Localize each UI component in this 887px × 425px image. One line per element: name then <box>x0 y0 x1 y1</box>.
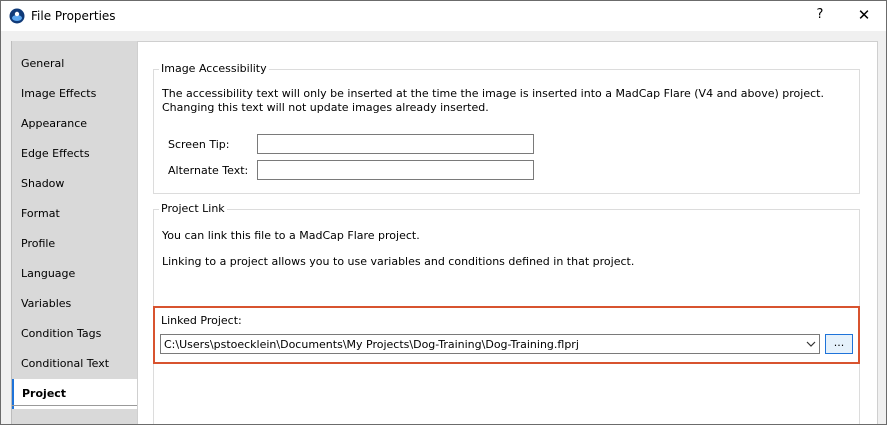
sidebar-item-variables[interactable]: Variables <box>12 289 138 319</box>
sidebar-item-general[interactable]: General <box>12 49 138 79</box>
image-accessibility-group: Image Accessibility The accessibility te… <box>153 62 860 194</box>
sidebar-item-condition-tags[interactable]: Condition Tags <box>12 319 138 349</box>
file-properties-window: File Properties ? ✕ General Image Effect… <box>0 0 887 425</box>
close-button[interactable]: ✕ <box>852 6 876 26</box>
sidebar-item-appearance[interactable]: Appearance <box>12 109 138 139</box>
alternate-text-input[interactable] <box>257 160 534 180</box>
sidebar-item-language[interactable]: Language <box>12 259 138 289</box>
sidebar-item-shadow[interactable]: Shadow <box>12 169 138 199</box>
image-accessibility-title: Image Accessibility <box>159 62 269 75</box>
sidebar-divider <box>12 405 138 406</box>
browse-button[interactable]: ... <box>825 334 853 354</box>
sidebar-item-profile[interactable]: Profile <box>12 229 138 259</box>
project-link-info: You can link this file to a MadCap Flare… <box>162 229 420 242</box>
project-link-explanation: Linking to a project allows you to use v… <box>162 255 635 268</box>
sidebar-item-format[interactable]: Format <box>12 199 138 229</box>
linked-project-value: C:\Users\pstoecklein\Documents\My Projec… <box>164 338 579 351</box>
linked-project-dropdown[interactable]: C:\Users\pstoecklein\Documents\My Projec… <box>160 334 820 354</box>
sidebar-item-conditional-text[interactable]: Conditional Text <box>12 349 138 379</box>
linked-project-label: Linked Project: <box>161 314 242 327</box>
window-title: File Properties <box>31 9 116 23</box>
title-bar: File Properties ? ✕ <box>1 1 886 31</box>
sidebar-item-image-effects[interactable]: Image Effects <box>12 79 138 109</box>
alternate-text-label: Alternate Text: <box>168 164 249 177</box>
sidebar-item-edge-effects[interactable]: Edge Effects <box>12 139 138 169</box>
accessibility-description: The accessibility text will only be inse… <box>162 87 824 114</box>
screen-tip-input[interactable] <box>257 134 534 154</box>
linked-project-highlight: Linked Project: C:\Users\pstoecklein\Doc… <box>153 306 860 364</box>
project-link-title: Project Link <box>159 202 227 215</box>
screen-tip-label: Screen Tip: <box>168 138 230 151</box>
content-panel: Image Accessibility The accessibility te… <box>137 41 878 424</box>
sidebar-nav: General Image Effects Appearance Edge Ef… <box>11 41 138 424</box>
chevron-down-icon[interactable] <box>806 339 816 349</box>
help-button[interactable]: ? <box>807 7 833 25</box>
app-icon <box>9 8 25 24</box>
